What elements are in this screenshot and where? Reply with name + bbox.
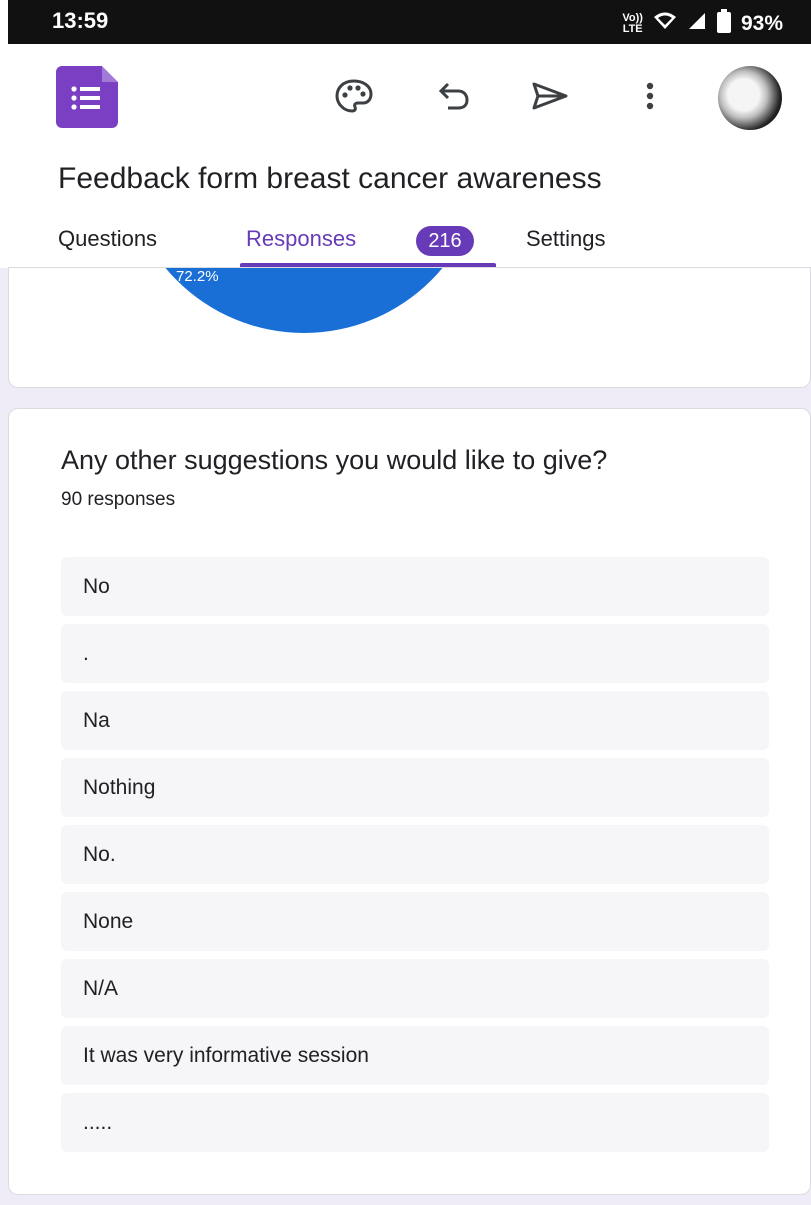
pie-chart — [165, 268, 443, 333]
response-item: No — [61, 557, 769, 616]
response-item: No. — [61, 825, 769, 884]
volte-icon: Vo)) LTE — [622, 11, 643, 35]
status-icons: Vo)) LTE 93% — [622, 9, 783, 38]
response-item: N/A — [61, 959, 769, 1018]
tab-questions[interactable]: Questions — [58, 226, 157, 252]
undo-icon[interactable] — [430, 72, 478, 120]
signal-icon — [687, 11, 707, 36]
status-bar: 13:59 Vo)) LTE 93% — [8, 0, 811, 44]
pie-slice-label: 72.2% — [176, 268, 219, 285]
forms-logo-icon[interactable] — [56, 66, 118, 128]
more-vert-icon[interactable] — [626, 72, 674, 120]
avatar[interactable] — [718, 66, 782, 130]
response-item: It was very informative session — [61, 1026, 769, 1085]
send-icon[interactable] — [526, 72, 574, 120]
response-item: Na — [61, 691, 769, 750]
response-item: . — [61, 624, 769, 683]
tab-responses[interactable]: Responses — [246, 226, 356, 252]
palette-icon[interactable] — [330, 72, 378, 120]
question-card: Any other suggestions you would like to … — [8, 408, 811, 1195]
battery-icon — [716, 9, 731, 38]
wifi-icon — [653, 11, 677, 36]
form-title: Feedback form breast cancer awareness — [58, 162, 602, 195]
response-item: None — [61, 892, 769, 951]
response-list: No . Na Nothing No. None N/A It was very… — [61, 557, 769, 1160]
response-item: ..... — [61, 1093, 769, 1152]
response-count: 90 responses — [61, 489, 176, 510]
status-time: 13:59 — [52, 8, 109, 33]
battery-percent: 93% — [740, 11, 783, 35]
tab-settings[interactable]: Settings — [526, 226, 606, 252]
response-item: Nothing — [61, 758, 769, 817]
pie-chart-card — [8, 268, 811, 388]
question-title: Any other suggestions you would like to … — [61, 445, 608, 475]
responses-count-badge: 216 — [416, 226, 474, 256]
app-bar — [8, 44, 811, 154]
